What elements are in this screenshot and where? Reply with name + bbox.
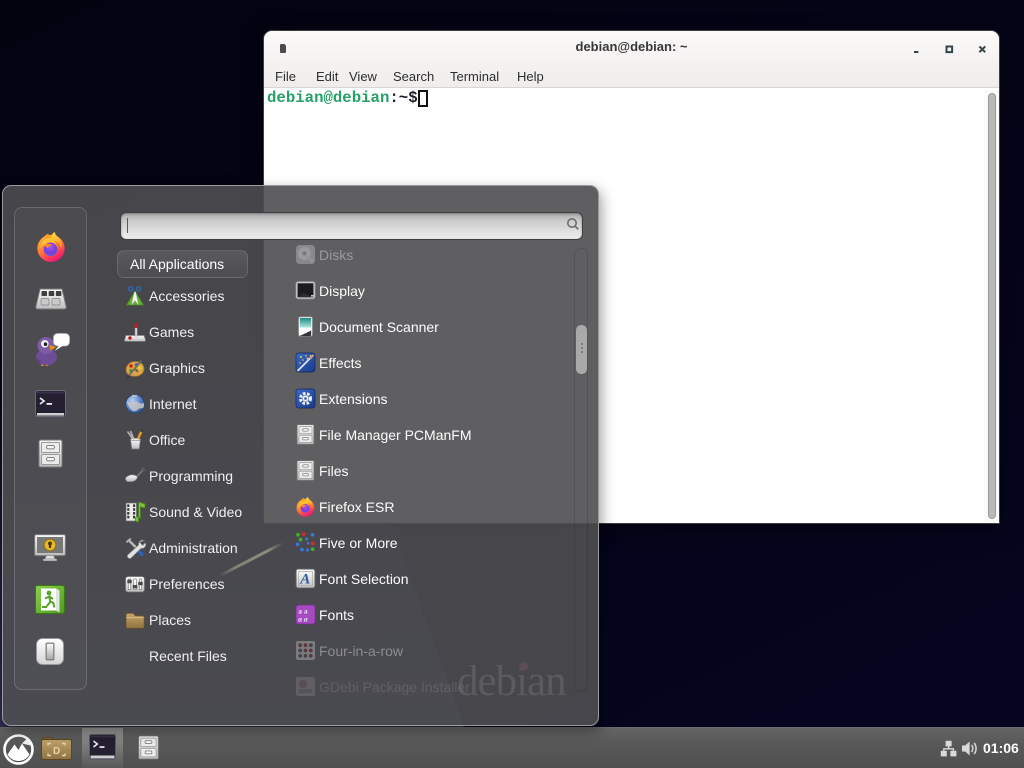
svg-text:D: D	[53, 746, 60, 757]
svg-text:A: A	[299, 572, 310, 588]
svg-text:a a: a a	[298, 614, 308, 623]
